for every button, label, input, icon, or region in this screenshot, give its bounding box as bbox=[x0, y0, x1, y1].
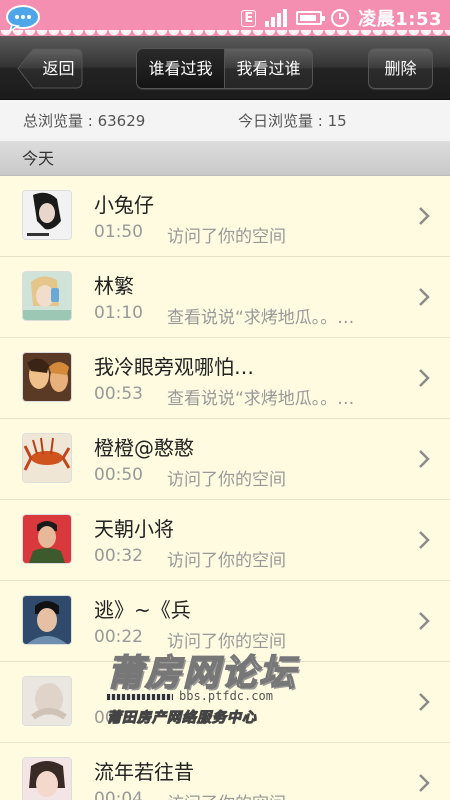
avatar[interactable] bbox=[23, 596, 71, 644]
visit-action: 访问了你的空间 bbox=[167, 789, 286, 800]
avatar[interactable] bbox=[23, 353, 71, 401]
avatar[interactable] bbox=[23, 272, 71, 320]
status-bar: E 凌晨1:53 bbox=[0, 0, 450, 36]
visit-time: 00:53 bbox=[94, 384, 143, 404]
visit-action: 访问了你的空间 bbox=[167, 227, 286, 247]
tab-who-viewed-me[interactable]: 谁看过我 bbox=[137, 49, 224, 88]
list-item[interactable]: 小兔仔 01:50 访问了你的空间 bbox=[0, 176, 450, 257]
battery-icon bbox=[296, 11, 326, 25]
visit-time: 01:50 bbox=[94, 222, 143, 242]
avatar[interactable] bbox=[23, 677, 71, 725]
chevron-right-icon bbox=[419, 288, 430, 306]
visit-action: 访问了你的空间 bbox=[167, 551, 286, 571]
list-item[interactable]: 林繁 01:10 查看说说“求烤地瓜。。… bbox=[0, 257, 450, 338]
visitor-name: 流年若往昔 bbox=[94, 760, 194, 784]
back-button-label: 返回 bbox=[42, 59, 75, 78]
signal-icon bbox=[265, 9, 288, 27]
visit-time: 00:04 bbox=[94, 789, 143, 800]
view-toggle: 谁看过我 我看过谁 bbox=[136, 48, 313, 89]
visitor-name: 天朝小将 bbox=[94, 517, 174, 541]
network-e-icon: E bbox=[241, 9, 257, 27]
chevron-right-icon bbox=[419, 369, 430, 387]
list-item[interactable]: 00:1 bbox=[0, 662, 450, 743]
visitor-name: 小兔仔 bbox=[94, 193, 154, 217]
visitor-name: 橙橙@憨憨 bbox=[94, 436, 194, 460]
status-time: 凌晨1:53 bbox=[358, 9, 442, 30]
view-stats: 总浏览量 : 63629 今日浏览量 : 15 bbox=[0, 100, 450, 142]
status-indicators: E 凌晨1:53 bbox=[241, 4, 442, 32]
list-item[interactable]: 我冷眼旁观哪怕… 00:53 查看说说“求烤地瓜。。… bbox=[0, 338, 450, 419]
avatar[interactable] bbox=[23, 758, 71, 800]
avatar[interactable] bbox=[23, 191, 71, 239]
list-item[interactable]: 流年若往昔 00:04 访问了你的空间 bbox=[0, 743, 450, 800]
visit-action: 查看说说“求烤地瓜。。… bbox=[167, 389, 355, 409]
visitor-name: 我冷眼旁观哪怕… bbox=[94, 355, 254, 379]
nav-bar: 返回 谁看过我 我看过谁 删除 bbox=[0, 36, 450, 100]
alarm-clock-icon bbox=[331, 9, 350, 27]
chevron-right-icon bbox=[419, 774, 430, 792]
visit-action: 访问了你的空间 bbox=[167, 470, 286, 490]
list-item[interactable]: 橙橙@憨憨 00:50 访问了你的空间 bbox=[0, 419, 450, 500]
delete-button[interactable]: 删除 bbox=[368, 48, 433, 89]
avatar[interactable] bbox=[23, 515, 71, 563]
visit-time: 01:10 bbox=[94, 303, 143, 323]
visit-time: 00:32 bbox=[94, 546, 143, 566]
visitor-name: 逃》~《兵 bbox=[94, 598, 191, 622]
total-views: 总浏览量 : 63629 bbox=[23, 112, 146, 130]
tab-who-i-viewed[interactable]: 我看过谁 bbox=[224, 49, 312, 88]
visit-action: 查看说说“求烤地瓜。。… bbox=[167, 308, 355, 328]
chat-bubble-icon bbox=[6, 5, 40, 32]
visitor-list: 小兔仔 01:50 访问了你的空间 林繁 01:10 查看说说“求烤地瓜。。… bbox=[0, 176, 450, 800]
today-views: 今日浏览量 : 15 bbox=[238, 112, 347, 130]
section-header-today: 今天 bbox=[0, 142, 450, 176]
visit-time: 00:22 bbox=[94, 627, 143, 647]
chevron-right-icon bbox=[419, 450, 430, 468]
visit-action: 访问了你的空间 bbox=[167, 632, 286, 652]
chevron-right-icon bbox=[419, 531, 430, 549]
chevron-right-icon bbox=[419, 207, 430, 225]
visit-time: 00:1 bbox=[94, 708, 133, 728]
chevron-right-icon bbox=[419, 612, 430, 630]
chevron-right-icon bbox=[419, 693, 430, 711]
list-item[interactable]: 逃》~《兵 00:22 访问了你的空间 bbox=[0, 581, 450, 662]
list-item[interactable]: 天朝小将 00:32 访问了你的空间 bbox=[0, 500, 450, 581]
back-button[interactable]: 返回 bbox=[17, 48, 83, 89]
visit-time: 00:50 bbox=[94, 465, 143, 485]
avatar[interactable] bbox=[23, 434, 71, 482]
visitor-name: 林繁 bbox=[94, 274, 134, 298]
